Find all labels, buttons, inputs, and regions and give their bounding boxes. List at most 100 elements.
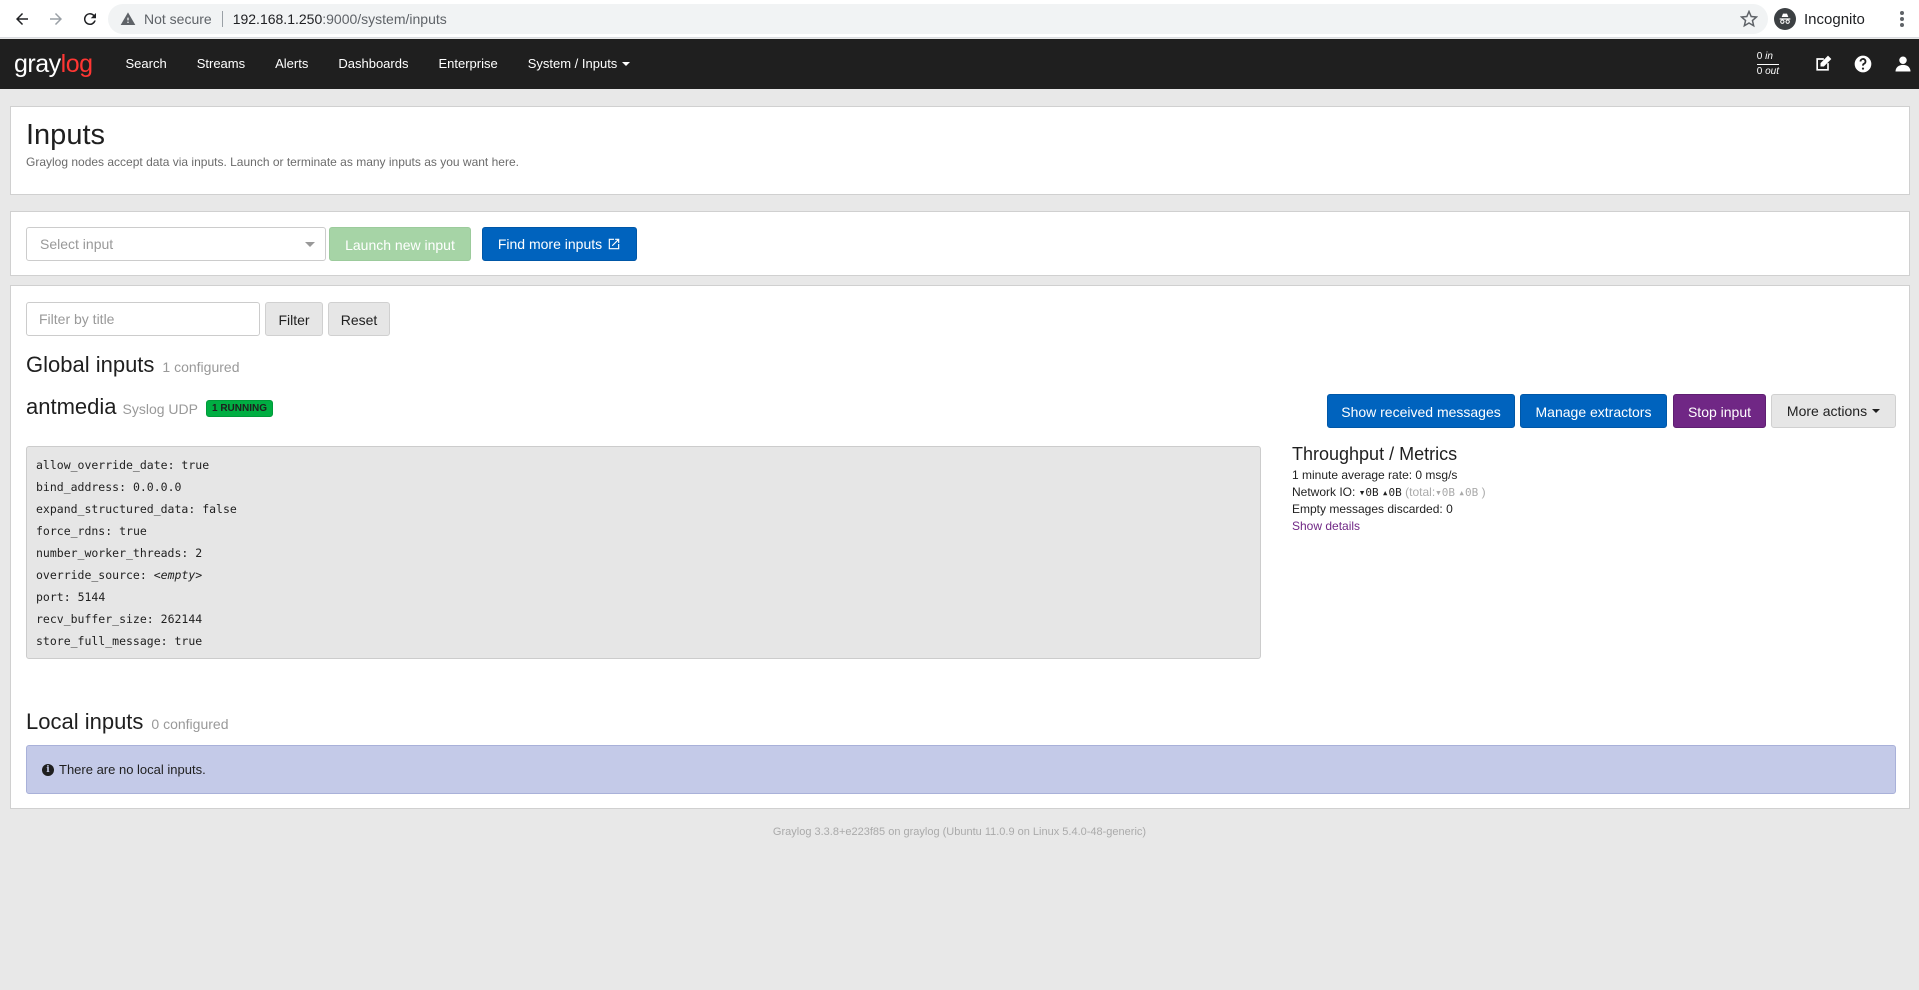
config-line: recv_buffer_size: 262144 — [36, 612, 203, 626]
url-host: 192.168.1.250 — [232, 11, 323, 27]
help-icon[interactable] — [1853, 54, 1873, 74]
filter-button[interactable]: Filter — [265, 302, 323, 336]
incognito-profile[interactable]: Incognito — [1774, 4, 1865, 34]
address-separator — [221, 11, 223, 27]
config-key: bind_address — [36, 480, 120, 494]
config-value: true — [181, 458, 210, 472]
input-entry-header: antmedia Syslog UDP 1 RUNNING — [26, 394, 273, 420]
logo-text-gray: gray — [14, 49, 61, 78]
info-circle-icon: i — [42, 763, 54, 776]
throughput-out-value: 0 — [1756, 66, 1763, 77]
address-bar[interactable]: Not secure 192.168.1.250:9000/system/inp… — [108, 4, 1768, 34]
throughput-metrics: Throughput / Metrics 1 minute average ra… — [1292, 444, 1792, 535]
throughput-in-value: 0 — [1756, 51, 1763, 62]
local-inputs-heading: Local inputs 0 configured — [26, 709, 228, 735]
config-value: 5144 — [77, 590, 106, 604]
status-badge[interactable]: 1 RUNNING — [205, 400, 273, 417]
global-inputs-heading: Global inputs 1 configured — [26, 352, 239, 378]
filter-by-title-input[interactable]: Filter by title — [26, 302, 260, 336]
arrow-right-icon — [50, 12, 62, 25]
net-in-value: 0B — [1365, 486, 1379, 499]
config-value: true — [174, 634, 203, 648]
config-value: 2 — [195, 546, 203, 560]
network-io-label: Network IO: — [1292, 485, 1356, 499]
config-line: port: 5144 — [36, 590, 106, 604]
forward-button[interactable] — [44, 7, 68, 31]
nav-system-label: System / Inputs — [527, 56, 618, 71]
net-out-value: 0B — [1388, 486, 1402, 499]
caret-down-icon — [1872, 409, 1881, 413]
profile-label: Incognito — [1804, 10, 1865, 28]
input-type-select[interactable]: Select input — [26, 227, 326, 261]
page-description: Graylog nodes accept data via inputs. La… — [26, 155, 519, 169]
reload-button[interactable] — [78, 7, 102, 31]
input-configuration: allow_override_date: true bind_address: … — [26, 446, 1261, 659]
throughput-in-label: in — [1765, 51, 1773, 62]
input-type-label: Syslog UDP — [122, 401, 198, 417]
bookmark-star-icon[interactable] — [1740, 10, 1758, 28]
caret-down-icon — [622, 62, 631, 66]
nav-alerts[interactable]: Alerts — [260, 39, 323, 89]
empty-discarded: Empty messages discarded: 0 — [1292, 502, 1453, 516]
config-value: 262144 — [160, 612, 203, 626]
launch-new-input-button[interactable]: Launch new input — [329, 227, 471, 261]
throughput-out-label: out — [1765, 66, 1779, 77]
find-more-inputs-label: Find more inputs — [497, 236, 603, 252]
config-value: <empty> — [153, 568, 203, 582]
stop-input-button[interactable]: Stop input — [1673, 394, 1766, 428]
net-out-icon: ▴ — [1381, 486, 1389, 499]
nav-enterprise[interactable]: Enterprise — [423, 39, 512, 89]
local-inputs-count: 0 configured — [151, 716, 229, 732]
back-button[interactable] — [10, 7, 34, 31]
find-more-inputs-button[interactable]: Find more inputs — [482, 227, 637, 261]
config-line: expand_structured_data: false — [36, 502, 237, 516]
config-line: number_worker_threads: 2 — [36, 546, 203, 560]
total-in-value: 0B — [1441, 486, 1456, 499]
nav-streams[interactable]: Streams — [182, 39, 260, 89]
config-value: false — [202, 502, 237, 516]
config-line: store_full_message: true — [36, 634, 203, 648]
total-label: (total: — [1405, 485, 1436, 499]
total-in-icon: ▾ — [1435, 486, 1442, 499]
show-details-link[interactable]: Show details — [1292, 518, 1792, 535]
page-header: Inputs Graylog nodes accept data via inp… — [10, 106, 1910, 195]
config-line: override_source: <empty> — [36, 568, 203, 582]
edit-icon[interactable] — [1813, 54, 1833, 74]
config-key: force_rdns — [36, 524, 106, 538]
more-actions-button[interactable]: More actions — [1771, 394, 1896, 428]
graylog-logo[interactable]: gray log — [14, 50, 93, 79]
inputs-list-panel: Filter by title Filter Reset Global inpu… — [10, 285, 1910, 809]
config-key: store_full_message — [36, 634, 161, 648]
total-out-value: 0B — [1465, 486, 1479, 499]
show-received-messages-button[interactable]: Show received messages — [1327, 394, 1515, 428]
manage-extractors-button[interactable]: Manage extractors — [1520, 394, 1667, 428]
nav-system-dropdown[interactable]: System / Inputs — [513, 39, 646, 89]
main-navbar: gray log Search Streams Alerts Dashboards… — [0, 39, 1919, 89]
config-value: true — [119, 524, 147, 538]
navbar-right: 0 in 0 out — [1756, 39, 1919, 89]
incognito-icon — [1774, 8, 1796, 30]
config-key: expand_structured_data — [36, 502, 189, 516]
no-local-inputs-message: There are no local inputs. — [59, 762, 206, 777]
page-title: Inputs — [26, 119, 105, 151]
input-name: antmedia — [26, 394, 117, 419]
warning-icon — [120, 12, 136, 25]
no-local-inputs-alert: i There are no local inputs. — [26, 745, 1896, 794]
logo-text-log: log — [60, 49, 93, 78]
network-io: Network IO: ▾0B ▴0B (total:▾0B ▴0B ) — [1292, 484, 1792, 501]
config-line: bind_address: 0.0.0.0 — [36, 480, 182, 494]
browser-menu-icon[interactable] — [1892, 9, 1912, 29]
dropdown-arrow-icon — [305, 242, 315, 247]
avg-rate: 1 minute average rate: 0 msg/s — [1292, 468, 1458, 482]
nav-dashboards[interactable]: Dashboards — [323, 39, 423, 89]
total-out-icon: ▴ — [1458, 486, 1465, 499]
total-close: ) — [1481, 485, 1486, 499]
more-actions-label: More actions — [1786, 403, 1868, 419]
throughput-indicator[interactable]: 0 in 0 out — [1756, 50, 1779, 78]
reset-button[interactable]: Reset — [328, 302, 390, 336]
nav-search[interactable]: Search — [111, 39, 182, 89]
user-icon[interactable] — [1893, 54, 1913, 74]
config-value: 0.0.0.0 — [132, 480, 182, 494]
select-placeholder: Select input — [40, 236, 114, 252]
url-path: :9000/system/inputs — [322, 11, 447, 27]
